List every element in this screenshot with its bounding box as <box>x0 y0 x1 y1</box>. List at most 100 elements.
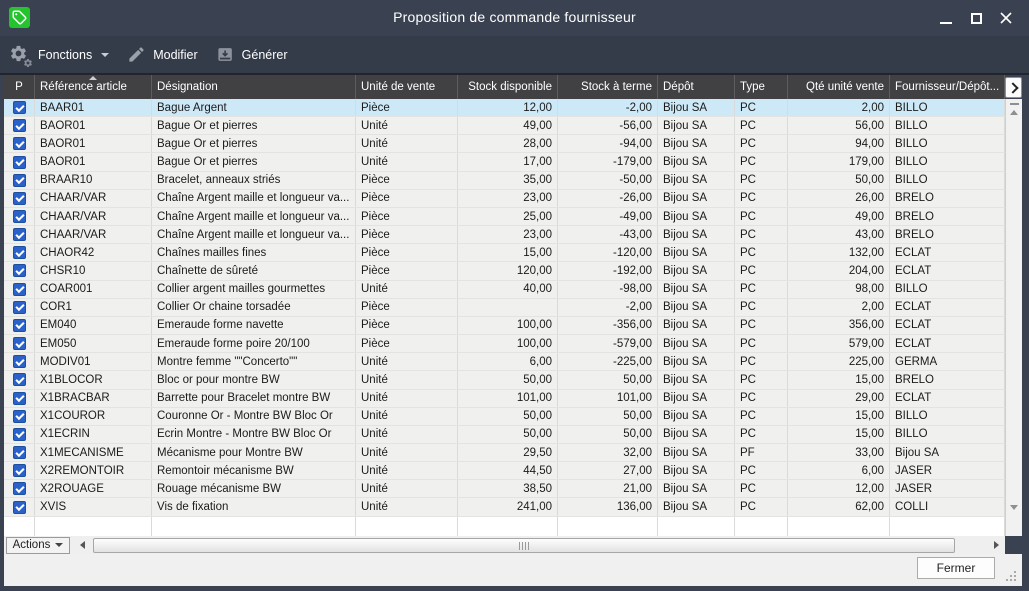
cell-stockterme[interactable]: -56,00 <box>558 117 658 134</box>
cell-qte[interactable]: 43,00 <box>788 226 890 243</box>
cell-ref[interactable]: BRAAR10 <box>35 172 152 189</box>
cell-unite[interactable]: Unité <box>356 371 458 388</box>
cell-stockdisp[interactable]: 100,00 <box>458 317 558 334</box>
vertical-scrollbar[interactable] <box>1005 99 1022 536</box>
cell-type[interactable]: PC <box>735 117 788 134</box>
scroll-left-button[interactable] <box>75 539 90 552</box>
cell-qte[interactable]: 2,00 <box>788 99 890 116</box>
cell-qte[interactable]: 356,00 <box>788 317 890 334</box>
cell-p[interactable] <box>4 353 35 370</box>
cell-type[interactable]: PC <box>735 226 788 243</box>
cell-fourn[interactable]: JASER <box>890 462 1005 479</box>
cell-unite[interactable]: Unité <box>356 408 458 425</box>
cell-depot[interactable]: Bijou SA <box>658 371 735 388</box>
cell-type[interactable]: PC <box>735 480 788 497</box>
table-row[interactable]: MODIV01Montre femme ""Concerto""Unité6,0… <box>4 353 1005 371</box>
cell-p[interactable] <box>4 408 35 425</box>
cell-type[interactable]: PC <box>735 317 788 334</box>
cell-stockterme[interactable]: 21,00 <box>558 480 658 497</box>
cell-type[interactable]: PC <box>735 99 788 116</box>
cell-des[interactable]: Chaînette de sûreté <box>152 262 356 279</box>
cell-qte[interactable]: 204,00 <box>788 262 890 279</box>
table-row[interactable]: BAOR01Bague Or et pierresUnité49,00-56,0… <box>4 117 1005 135</box>
cell-qte[interactable]: 50,00 <box>788 172 890 189</box>
generer-button[interactable]: Générer <box>207 40 297 70</box>
cell-depot[interactable]: Bijou SA <box>658 426 735 443</box>
cell-des[interactable]: Bague Or et pierres <box>152 153 356 170</box>
table-row[interactable]: X1ECRINEcrin Montre - Montre BW Bloc OrU… <box>4 426 1005 444</box>
row-checkbox[interactable] <box>13 283 26 296</box>
cell-stockterme[interactable]: -2,00 <box>558 99 658 116</box>
cell-depot[interactable]: Bijou SA <box>658 462 735 479</box>
row-checkbox[interactable] <box>13 156 26 169</box>
cell-ref[interactable]: X2ROUAGE <box>35 480 152 497</box>
row-checkbox[interactable] <box>13 101 26 114</box>
cell-des[interactable]: Bague Or et pierres <box>152 117 356 134</box>
table-row[interactable]: BAOR01Bague Or et pierresUnité28,00-94,0… <box>4 135 1005 153</box>
cell-des[interactable]: Chaîne Argent maille et longueur va... <box>152 208 356 225</box>
cell-des[interactable]: Bloc or pour montre BW <box>152 371 356 388</box>
cell-depot[interactable]: Bijou SA <box>658 190 735 207</box>
fonctions-button[interactable]: Fonctions <box>0 40 118 70</box>
cell-ref[interactable]: CHAAR/VAR <box>35 226 152 243</box>
cell-ref[interactable]: BAAR01 <box>35 99 152 116</box>
cell-depot[interactable]: Bijou SA <box>658 172 735 189</box>
cell-stockdisp[interactable]: 35,00 <box>458 172 558 189</box>
table-row[interactable]: X2REMONTOIRRemontoir mécanisme BWUnité44… <box>4 462 1005 480</box>
table-row[interactable]: X1BRACBARBarrette pour Bracelet montre B… <box>4 390 1005 408</box>
cell-fourn[interactable]: BRELO <box>890 371 1005 388</box>
cell-ref[interactable]: BAOR01 <box>35 117 152 134</box>
cell-des[interactable]: Bracelet, anneaux striés <box>152 172 356 189</box>
cell-p[interactable] <box>4 444 35 461</box>
row-checkbox[interactable] <box>13 228 26 241</box>
cell-stockdisp[interactable]: 15,00 <box>458 244 558 261</box>
scrollbar-thumb[interactable] <box>93 538 955 553</box>
cell-des[interactable]: Chaîne Argent maille et longueur va... <box>152 190 356 207</box>
cell-depot[interactable]: Bijou SA <box>658 153 735 170</box>
cell-qte[interactable]: 15,00 <box>788 408 890 425</box>
cell-p[interactable] <box>4 262 35 279</box>
cell-ref[interactable]: BAOR01 <box>35 153 152 170</box>
cell-stockdisp[interactable]: 12,00 <box>458 99 558 116</box>
cell-fourn[interactable]: ECLAT <box>890 244 1005 261</box>
cell-stockterme[interactable]: 136,00 <box>558 498 658 515</box>
cell-unite[interactable]: Unité <box>356 135 458 152</box>
cell-qte[interactable]: 49,00 <box>788 208 890 225</box>
cell-stockterme[interactable]: -225,00 <box>558 353 658 370</box>
cell-des[interactable]: Mécanisme pour Montre BW <box>152 444 356 461</box>
cell-p[interactable] <box>4 99 35 116</box>
row-checkbox[interactable] <box>13 482 26 495</box>
cell-depot[interactable]: Bijou SA <box>658 335 735 352</box>
cell-des[interactable]: Bague Or et pierres <box>152 135 356 152</box>
cell-stockdisp[interactable]: 49,00 <box>458 117 558 134</box>
cell-type[interactable]: PC <box>735 462 788 479</box>
cell-depot[interactable]: Bijou SA <box>658 390 735 407</box>
cell-stockterme[interactable]: -356,00 <box>558 317 658 334</box>
cell-fourn[interactable]: BILLO <box>890 117 1005 134</box>
cell-p[interactable] <box>4 190 35 207</box>
table-row[interactable]: X2ROUAGERouage mécanisme BWUnité38,5021,… <box>4 480 1005 498</box>
cell-ref[interactable]: BAOR01 <box>35 135 152 152</box>
column-header-ref[interactable]: Référence article <box>35 75 152 99</box>
cell-stockterme[interactable]: -179,00 <box>558 153 658 170</box>
cell-depot[interactable]: Bijou SA <box>658 498 735 515</box>
cell-depot[interactable]: Bijou SA <box>658 135 735 152</box>
table-row[interactable]: EM050Emeraude forme poire 20/100Pièce100… <box>4 335 1005 353</box>
cell-unite[interactable]: Pièce <box>356 244 458 261</box>
cell-des[interactable]: Remontoir mécanisme BW <box>152 462 356 479</box>
row-checkbox[interactable] <box>13 337 26 350</box>
column-header-des[interactable]: Désignation <box>152 75 356 99</box>
cell-fourn[interactable]: BILLO <box>890 99 1005 116</box>
cell-depot[interactable]: Bijou SA <box>658 281 735 298</box>
cell-fourn[interactable]: COLLI <box>890 498 1005 515</box>
cell-ref[interactable]: X1BRACBAR <box>35 390 152 407</box>
scroll-right-button[interactable] <box>989 539 1004 552</box>
cell-stockterme[interactable]: 27,00 <box>558 462 658 479</box>
cell-depot[interactable]: Bijou SA <box>658 208 735 225</box>
cell-p[interactable] <box>4 244 35 261</box>
cell-p[interactable] <box>4 117 35 134</box>
row-checkbox[interactable] <box>13 410 26 423</box>
table-row[interactable]: CHAAR/VARChaîne Argent maille et longueu… <box>4 190 1005 208</box>
cell-fourn[interactable]: Bijou SA <box>890 444 1005 461</box>
cell-ref[interactable]: CHAOR42 <box>35 244 152 261</box>
